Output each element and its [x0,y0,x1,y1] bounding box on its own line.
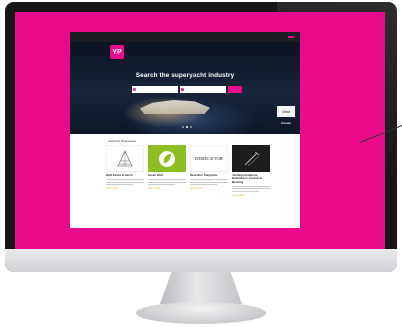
card-text-line [106,184,133,186]
monitor-chin [5,249,397,272]
card-text-line [232,188,270,190]
topbar-cta-button[interactable] [288,36,294,38]
monitor-stand-neck [160,272,242,304]
yacht-image [140,100,210,114]
card-image [106,145,144,172]
hero-title: Search the superyacht industry [135,72,235,79]
card-image: DERECKTOR [190,145,228,172]
featured-heading: Featured Businesses [108,139,137,143]
site-topbar [70,32,300,42]
card-image [232,145,270,172]
business-card[interactable]: Yachting Solutions, Refinishers, Custom … [232,145,270,197]
card-name: Wolf Evans & Gerrin [106,173,133,177]
location-input[interactable] [180,86,226,93]
advert-caption: Lürssen [280,122,292,125]
card-text-line [190,181,228,183]
card-text-line [148,178,186,181]
card-text-line [148,184,175,186]
business-card[interactable]: Green Wolf ★★★★★ [148,145,186,197]
yacht-sketch-icon [117,149,133,166]
card-rating: ★★★★★ [148,187,161,191]
advert-logo[interactable]: clean [277,106,295,117]
card-text-line [190,178,228,181]
site-logo[interactable]: YP [110,45,124,59]
business-card[interactable]: DERECKTOR Derecktor Shipyards ★★★★★ [190,145,228,197]
card-name: Green Wolf [148,173,163,177]
card-text-line [148,181,186,183]
carousel-dots [182,126,192,128]
card-rating: ★★★★★ [106,187,119,191]
carousel-dot-active[interactable] [186,126,188,128]
card-rating: ★★★★★ [232,194,245,198]
brush-sketch-icon [244,151,260,166]
card-text-line [190,184,217,186]
search-input[interactable] [132,86,178,93]
card-name: Yachting Solutions, Refinishers, Custom … [232,173,262,184]
card-image [148,145,186,172]
logo-glyph: YP [112,48,122,56]
search-icon [133,88,136,91]
card-rating: ★★★★★ [190,187,203,191]
website-preview: YP Search the superyacht industry clean … [70,32,300,228]
search-button[interactable] [228,86,242,93]
card-text-line [106,178,144,181]
monitor-stand-base [136,302,266,324]
carousel-dot[interactable] [182,126,184,128]
leaf-logo-icon [159,150,175,167]
card-text-line [232,185,270,187]
hero-banner: YP Search the superyacht industry clean … [70,42,300,134]
featured-cards: Wolf Evans & Gerrin ★★★★★ Green Wolf ★★★… [106,145,270,197]
carousel-dot[interactable] [190,126,192,128]
card-text-line [106,181,144,183]
location-pin-icon [180,86,185,92]
card-text-line [232,190,259,193]
card-name: Derecktor Shipyards [190,173,218,177]
derecktor-logo: DERECKTOR [194,156,224,161]
search-bar [132,86,242,93]
business-card[interactable]: Wolf Evans & Gerrin ★★★★★ [106,145,144,197]
